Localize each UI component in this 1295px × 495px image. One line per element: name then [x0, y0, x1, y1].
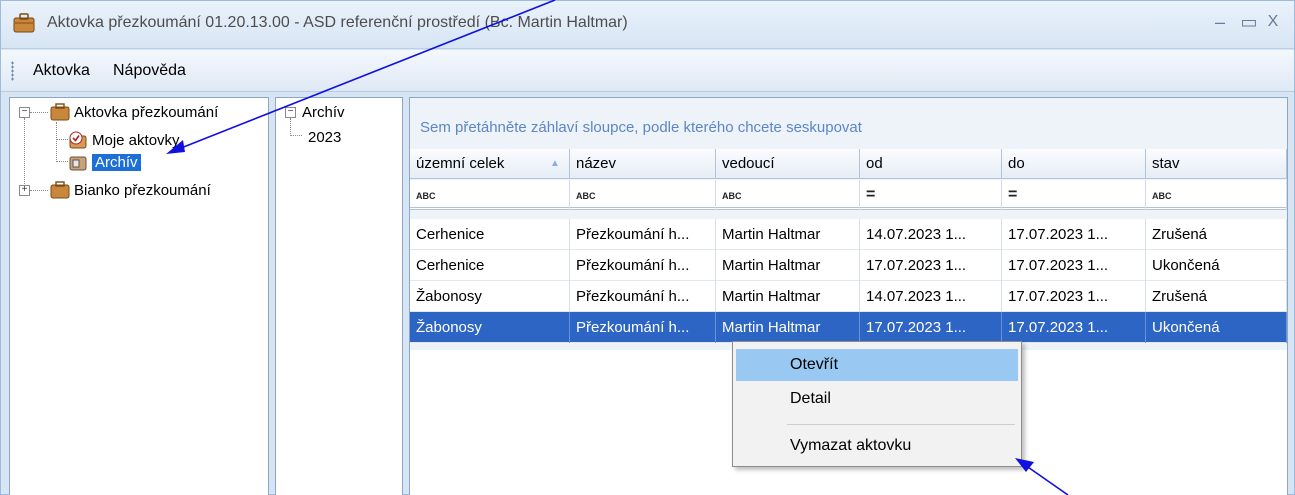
filter-od[interactable]: =	[860, 180, 1002, 210]
cell-uzemni-celek[interactable]: Cerhenice	[410, 219, 570, 250]
filter-stav[interactable]: ABC	[1146, 180, 1287, 210]
cell-od[interactable]: 14.07.2023 1...	[860, 219, 1002, 250]
close-button[interactable]: X	[1259, 10, 1287, 34]
cell-uzemni-celek[interactable]: Cerhenice	[410, 250, 570, 281]
tree-node-label: Archív	[302, 103, 345, 121]
filter-row: ABC ABC ABC = = ABC	[410, 180, 1287, 210]
table-row[interactable]: Cerhenice Přezkoumání h... Martin Haltmar 1…	[410, 219, 1287, 250]
tree-node-label: Bianko přezkoumání	[74, 181, 211, 199]
filter-uzemni-celek[interactable]: ABC	[410, 180, 570, 210]
cell-stav[interactable]: Ukončená	[1146, 250, 1287, 281]
cell-vedouci[interactable]: Martin Haltmar	[716, 281, 860, 312]
cell-uzemni-celek[interactable]: Žabonosy	[410, 281, 570, 312]
group-by-hint[interactable]: Sem přetáhněte záhlaví sloupce, podle kt…	[420, 119, 862, 136]
cell-do[interactable]: 17.07.2023 1...	[1002, 219, 1146, 250]
column-header-uzemni-celek[interactable]: územní celek ▲	[410, 149, 570, 179]
cell-do[interactable]: 17.07.2023 1...	[1002, 250, 1146, 281]
grip-icon[interactable]	[11, 61, 14, 81]
cell-do[interactable]: 17.07.2023 1...	[1002, 281, 1146, 312]
cell-nazev[interactable]: Přezkoumání h...	[570, 312, 716, 343]
filter-vedouci[interactable]: ABC	[716, 180, 860, 210]
window-title: Aktovka přezkoumání 01.20.13.00 - ASD re…	[47, 14, 628, 31]
table-row[interactable]: Žabonosy Přezkoumání h... Martin Haltmar 17…	[410, 312, 1287, 343]
context-menu-separator	[787, 424, 1015, 425]
cell-nazev[interactable]: Přezkoumání h...	[570, 219, 716, 250]
cell-stav[interactable]: Zrušená	[1146, 219, 1287, 250]
table-row[interactable]: Žabonosy Přezkoumání h... Martin Haltmar 14…	[410, 281, 1287, 312]
cell-vedouci[interactable]: Martin Haltmar	[716, 312, 860, 343]
equals-filter-icon: =	[866, 186, 876, 203]
cell-vedouci[interactable]: Martin Haltmar	[716, 219, 860, 250]
year-node-archiv[interactable]: Archív	[302, 101, 345, 123]
tree-node-label: Moje aktovky	[92, 131, 180, 149]
tree-node-moje-aktovky[interactable]: Moje aktovky	[68, 129, 180, 151]
context-menu-otevrit[interactable]: Otevřít	[736, 349, 1018, 381]
filter-nazev[interactable]: ABC	[570, 180, 716, 210]
column-header-od[interactable]: od	[860, 149, 1002, 179]
briefcase-icon	[50, 103, 70, 121]
cell-od[interactable]: 14.07.2023 1...	[860, 281, 1002, 312]
cell-nazev[interactable]: Přezkoumání h...	[570, 250, 716, 281]
year-tree: − Archív 2023	[275, 97, 403, 495]
column-header-vedouci[interactable]: vedoucí	[716, 149, 860, 179]
briefcase-icon	[13, 13, 35, 33]
cell-stav[interactable]: Zrušená	[1146, 281, 1287, 312]
column-header-do[interactable]: do	[1002, 149, 1146, 179]
context-menu-vymazat-aktovku[interactable]: Vymazat aktovku	[736, 430, 1018, 462]
application-window: Aktovka přezkoumání 01.20.13.00 - ASD re…	[0, 0, 1295, 495]
cell-stav[interactable]: Ukončená	[1146, 312, 1287, 343]
tree-node-archiv[interactable]: Archív	[68, 151, 141, 173]
collapse-icon[interactable]: −	[285, 107, 296, 118]
tree-node-label: 2023	[308, 128, 342, 146]
context-menu: Otevřít Detail Vymazat aktovku	[732, 341, 1022, 467]
expand-icon[interactable]: +	[19, 185, 30, 196]
tree-node-label: Aktovka přezkoumání	[74, 103, 219, 121]
column-header-nazev[interactable]: název	[570, 149, 716, 179]
text-filter-icon: ABC	[576, 191, 596, 201]
title-bar[interactable]: Aktovka přezkoumání 01.20.13.00 - ASD re…	[1, 1, 1294, 49]
equals-filter-icon: =	[1008, 186, 1018, 203]
column-header-stav[interactable]: stav	[1146, 149, 1287, 179]
navigation-tree: − Aktovka přezkoumání Moje aktovky Archí…	[9, 97, 269, 495]
sort-ascending-icon: ▲	[550, 158, 560, 169]
menu-napoveda[interactable]: Nápověda	[113, 62, 186, 80]
menu-aktovka[interactable]: Aktovka	[33, 62, 90, 80]
table-row[interactable]: Cerhenice Přezkoumání h... Martin Haltmar 1…	[410, 250, 1287, 281]
cell-nazev[interactable]: Přezkoumání h...	[570, 281, 716, 312]
text-filter-icon: ABC	[1152, 191, 1172, 201]
column-header-label: územní celek	[416, 155, 505, 172]
tree-node-label: Archív	[92, 153, 141, 171]
column-header-row: územní celek ▲ název vedoucí od do stav	[410, 149, 1287, 179]
briefcase-icon	[50, 181, 70, 199]
text-filter-icon: ABC	[416, 191, 436, 201]
cell-vedouci[interactable]: Martin Haltmar	[716, 250, 860, 281]
year-node-2023[interactable]: 2023	[308, 126, 341, 148]
cell-od[interactable]: 17.07.2023 1...	[860, 250, 1002, 281]
filter-do[interactable]: =	[1002, 180, 1146, 210]
cell-uzemni-celek[interactable]: Žabonosy	[410, 312, 570, 343]
collapse-icon[interactable]: −	[19, 107, 30, 118]
tree-node-bianko-prezkoumani[interactable]: Bianko přezkoumání	[50, 179, 211, 201]
archive-briefcase-icon	[69, 156, 87, 171]
briefcase-check-icon	[69, 131, 87, 149]
context-menu-detail[interactable]: Detail	[736, 383, 1018, 415]
menu-bar: Aktovka Nápověda	[1, 50, 1294, 92]
text-filter-icon: ABC	[722, 191, 742, 201]
minimize-button[interactable]: –	[1206, 10, 1234, 34]
cell-od[interactable]: 17.07.2023 1...	[860, 312, 1002, 343]
cell-do[interactable]: 17.07.2023 1...	[1002, 312, 1146, 343]
tree-node-aktovka-prezkoumani[interactable]: Aktovka přezkoumání	[50, 101, 218, 123]
